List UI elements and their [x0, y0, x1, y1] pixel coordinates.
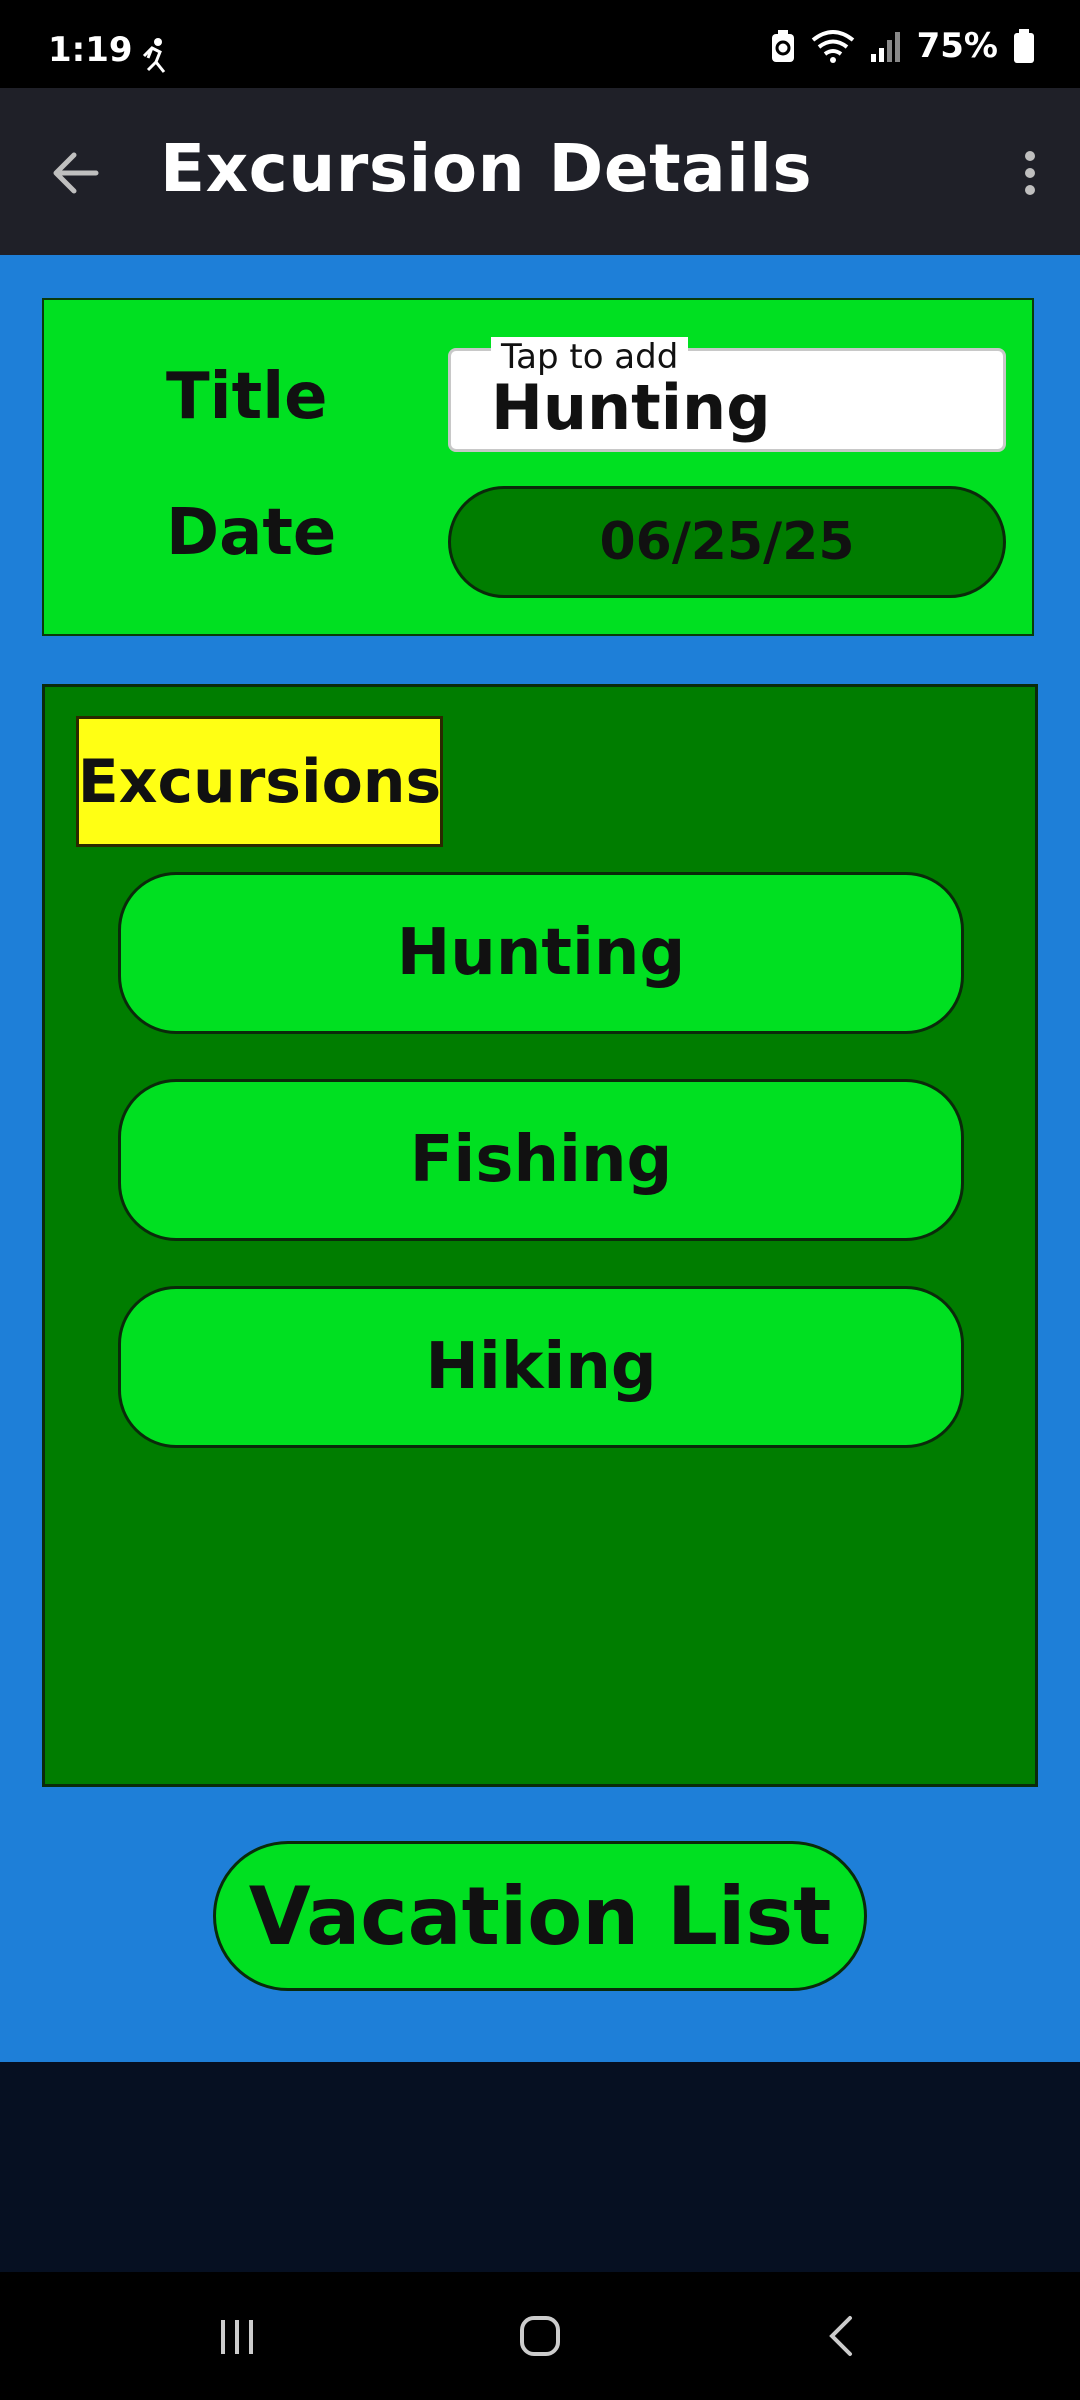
excursions-panel: Excursions Hunting Fishing Hiking	[42, 684, 1038, 1787]
excursion-info-panel: Title Tap to add Hunting Date 06/25/25	[42, 298, 1034, 636]
excursion-item-fishing[interactable]: Fishing	[118, 1079, 964, 1241]
excursion-item-hiking[interactable]: Hiking	[118, 1286, 964, 1448]
title-value: Hunting	[491, 371, 771, 444]
title-input[interactable]: Tap to add Hunting	[448, 337, 1006, 452]
home-icon[interactable]	[510, 2306, 570, 2366]
excursions-header: Excursions	[76, 716, 443, 847]
wifi-icon	[811, 30, 854, 63]
app-bar: Excursion Details	[0, 88, 1080, 255]
nav-back-icon[interactable]	[812, 2306, 872, 2366]
title-label: Title	[166, 360, 328, 434]
battery-icon	[1014, 29, 1034, 63]
status-time: 1:19	[48, 30, 133, 70]
page-title: Excursion Details	[160, 130, 813, 207]
status-bar: 1:19 75%	[0, 0, 1080, 88]
date-picker-button[interactable]: 06/25/25	[448, 486, 1006, 598]
date-label: Date	[166, 496, 337, 570]
recents-icon[interactable]	[207, 2306, 267, 2366]
arrow-back-icon[interactable]	[40, 138, 110, 208]
main-content: Title Tap to add Hunting Date 06/25/25 E…	[0, 255, 1080, 2062]
battery-saver-icon	[771, 30, 794, 62]
excursion-item-hunting[interactable]: Hunting	[118, 872, 964, 1034]
vacation-list-button[interactable]: Vacation List	[213, 1841, 867, 1991]
system-nav-bar	[0, 2272, 1080, 2400]
battery-percent: 75%	[916, 26, 998, 66]
status-icons: 75%	[769, 24, 1036, 68]
activity-icon	[142, 38, 166, 73]
more-vert-icon[interactable]	[1010, 138, 1050, 208]
signal-icon	[870, 32, 900, 62]
